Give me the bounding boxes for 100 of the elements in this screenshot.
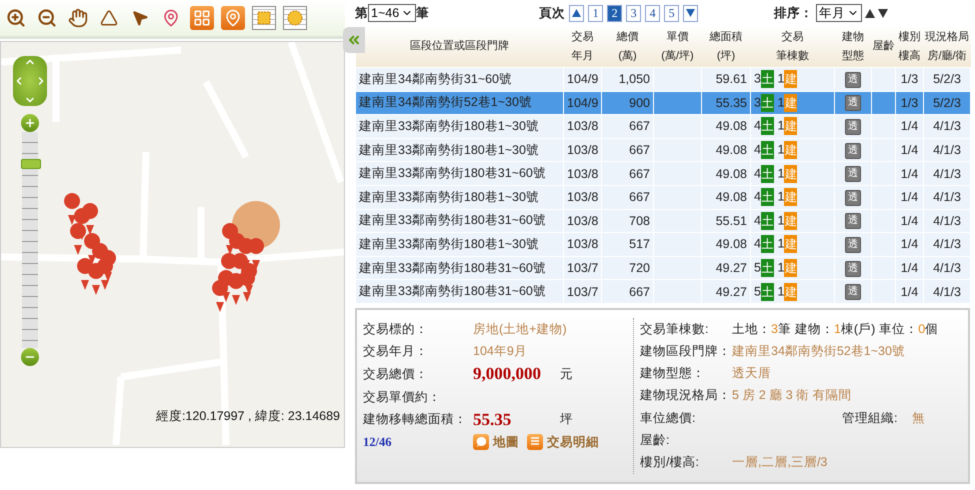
type-tag: 透: [845, 236, 861, 253]
table-cell: 建南里33鄰南勢街180巷1~30號: [356, 232, 564, 256]
count-text: 1: [777, 213, 784, 228]
type-tag: 透: [845, 166, 861, 182]
land-tag: 土: [760, 141, 774, 160]
column-header: 總價 (萬): [602, 26, 654, 68]
field-label: 交易總價：: [363, 366, 429, 383]
circle-select-icon[interactable]: [283, 6, 307, 30]
building-tag: 建: [784, 94, 798, 112]
count-text: 4: [754, 190, 761, 204]
table-row[interactable]: 建南里33鄰南勢街180巷31~60號 103/7 720 49.27 5土 1建 透 1/4 4/1/3: [356, 256, 970, 280]
table-row[interactable]: 建南里33鄰南勢街180巷31~60號 103/7 667 49.27 5土 1建 透 1/4 4/1/3: [356, 280, 970, 304]
table-cell: 4/1/3: [924, 232, 970, 256]
map-pin-icon[interactable]: [221, 6, 245, 30]
square-select-icon[interactable]: [252, 6, 276, 30]
field-value: 104年9月: [473, 343, 527, 360]
field-label: 屋齡:: [640, 432, 670, 449]
table-cell: 59.61: [702, 68, 750, 92]
building-tag: 建: [784, 282, 798, 301]
table-cell: 103/8: [564, 185, 602, 210]
previous-page-button[interactable]: [569, 4, 584, 22]
collapse-icon[interactable]: [343, 27, 365, 53]
page-link[interactable]: 3: [626, 4, 642, 22]
next-page-button[interactable]: [683, 4, 698, 22]
table-cell: 667: [602, 280, 654, 304]
building-tag: 建: [784, 117, 798, 136]
pan-control[interactable]: [13, 56, 47, 106]
building-tag: 建: [784, 212, 798, 230]
table-cell: 517: [602, 232, 654, 256]
field-label: 交易標的：: [363, 320, 429, 338]
table-row[interactable]: 建南里34鄰南勢街52巷1~30號 104/9 900 55.35 3土 1建 透 1/3 5/2/3: [356, 91, 970, 115]
count-text: 4: [754, 142, 761, 156]
type-tag: 透: [845, 95, 861, 112]
field-value: 55.35: [473, 410, 512, 430]
zoom-out-button[interactable]: [21, 348, 39, 366]
count-text: 1: [777, 95, 784, 110]
land-tag: 土: [760, 259, 774, 278]
table-cell: 1/4: [896, 232, 924, 256]
land-tag: 土: [760, 117, 774, 136]
field-label: 交易筆棟數:: [640, 320, 710, 338]
speech-bubble-icon: [473, 434, 489, 450]
sort-select[interactable]: 年月: [816, 4, 862, 22]
table-cell: 49.08: [702, 114, 750, 138]
grid-icon[interactable]: [190, 6, 214, 30]
table-cell: 49.08: [702, 162, 750, 186]
page-link[interactable]: 1: [588, 4, 604, 22]
zoom-slider-thumb[interactable]: [21, 159, 41, 170]
table-cell: 建南里33鄰南勢街180巷31~60號: [356, 280, 564, 304]
plus-icon: [24, 117, 36, 129]
table-row[interactable]: 建南里33鄰南勢街180巷1~30號 103/8 667 49.08 4土 1建 透 1/4 4/1/3: [356, 138, 970, 162]
table-cell: 49.08: [702, 232, 750, 256]
table-row[interactable]: 建南里34鄰南勢街31~60號 104/9 1,050 59.61 3土 1建 透 1/3 5/2/3: [356, 68, 970, 92]
building-tag: 建: [784, 164, 798, 183]
field-value: 一層,二層,三層/3: [732, 454, 828, 472]
table-cell: 1/4: [896, 185, 924, 210]
table-cell: 4/1/3: [924, 185, 970, 210]
count-text: 4: [754, 236, 761, 251]
column-header: 區段位置或區段門牌: [356, 26, 564, 68]
count-text: 車位：0個: [879, 320, 938, 338]
map-link[interactable]: 地圖: [473, 434, 519, 451]
table-row[interactable]: 建南里33鄰南勢街180巷1~30號 103/8 517 49.08 4土 1建 透 1/4 4/1/3: [356, 232, 970, 256]
count-text: 3: [754, 72, 761, 86]
building-tag: 建: [784, 235, 798, 254]
table-cell: 4/1/3: [924, 280, 970, 304]
type-tag: 透: [845, 72, 861, 88]
column-header: 交易 年月: [564, 26, 602, 68]
page-link[interactable]: 2: [607, 4, 622, 22]
range-select[interactable]: 1~46: [368, 4, 416, 22]
field-label: 建物現況格局：: [640, 387, 732, 404]
field-label: 交易單價約：: [363, 388, 442, 406]
field-value: 房地(土地+建物): [473, 320, 567, 338]
page-link[interactable]: 5: [664, 4, 680, 22]
field-value: 透天厝: [732, 365, 771, 382]
coordinates-text: 經度:120.17997 , 緯度: 23.14689: [156, 408, 340, 425]
table-row[interactable]: 建南里33鄰南勢街180巷31~60號 103/8 667 49.08 4土 1建 透 1/4 4/1/3: [356, 162, 970, 186]
column-header: 總面積 (坪): [702, 26, 750, 68]
sort-descending-icon[interactable]: [878, 8, 888, 18]
column-header: 現況格局 房/廳/衛: [924, 26, 970, 68]
table-cell: 1/4: [896, 162, 924, 186]
field-label: 建物移轉總面積：: [363, 411, 468, 428]
count-text: 5: [754, 260, 761, 274]
table-row[interactable]: 建南里33鄰南勢街180巷1~30號 103/8 667 49.08 4土 1建 透 1/4 4/1/3: [356, 114, 970, 138]
field-label: 交易年月：: [363, 343, 429, 360]
table-cell: 667: [602, 185, 654, 210]
details-link[interactable]: 交易明細: [527, 434, 599, 451]
field-label: 樓別/樓高:: [640, 454, 700, 472]
hand-icon[interactable]: [66, 6, 90, 30]
table-cell: 1/4: [896, 280, 924, 304]
count-text: 1: [777, 284, 784, 298]
triangle-up-icon: [572, 9, 582, 17]
page-link[interactable]: 4: [645, 4, 660, 22]
count-text: 1: [777, 236, 784, 251]
table-row[interactable]: 建南里33鄰南勢街180巷31~60號 103/8 708 55.51 4土 1建 透 1/4 4/1/3: [356, 209, 970, 233]
table-cell: 1,050: [602, 68, 654, 92]
table-row[interactable]: 建南里33鄰南勢街180巷1~30號 103/8 667 49.08 4土 1建 透 1/4 4/1/3: [356, 185, 970, 210]
sort-ascending-icon[interactable]: [865, 8, 876, 18]
table-cell: 建南里33鄰南勢街180巷31~60號: [356, 162, 564, 186]
type-tag: 透: [845, 190, 861, 206]
zoom-in-button[interactable]: [21, 114, 39, 132]
column-header: 交易 筆棟數: [750, 26, 834, 68]
